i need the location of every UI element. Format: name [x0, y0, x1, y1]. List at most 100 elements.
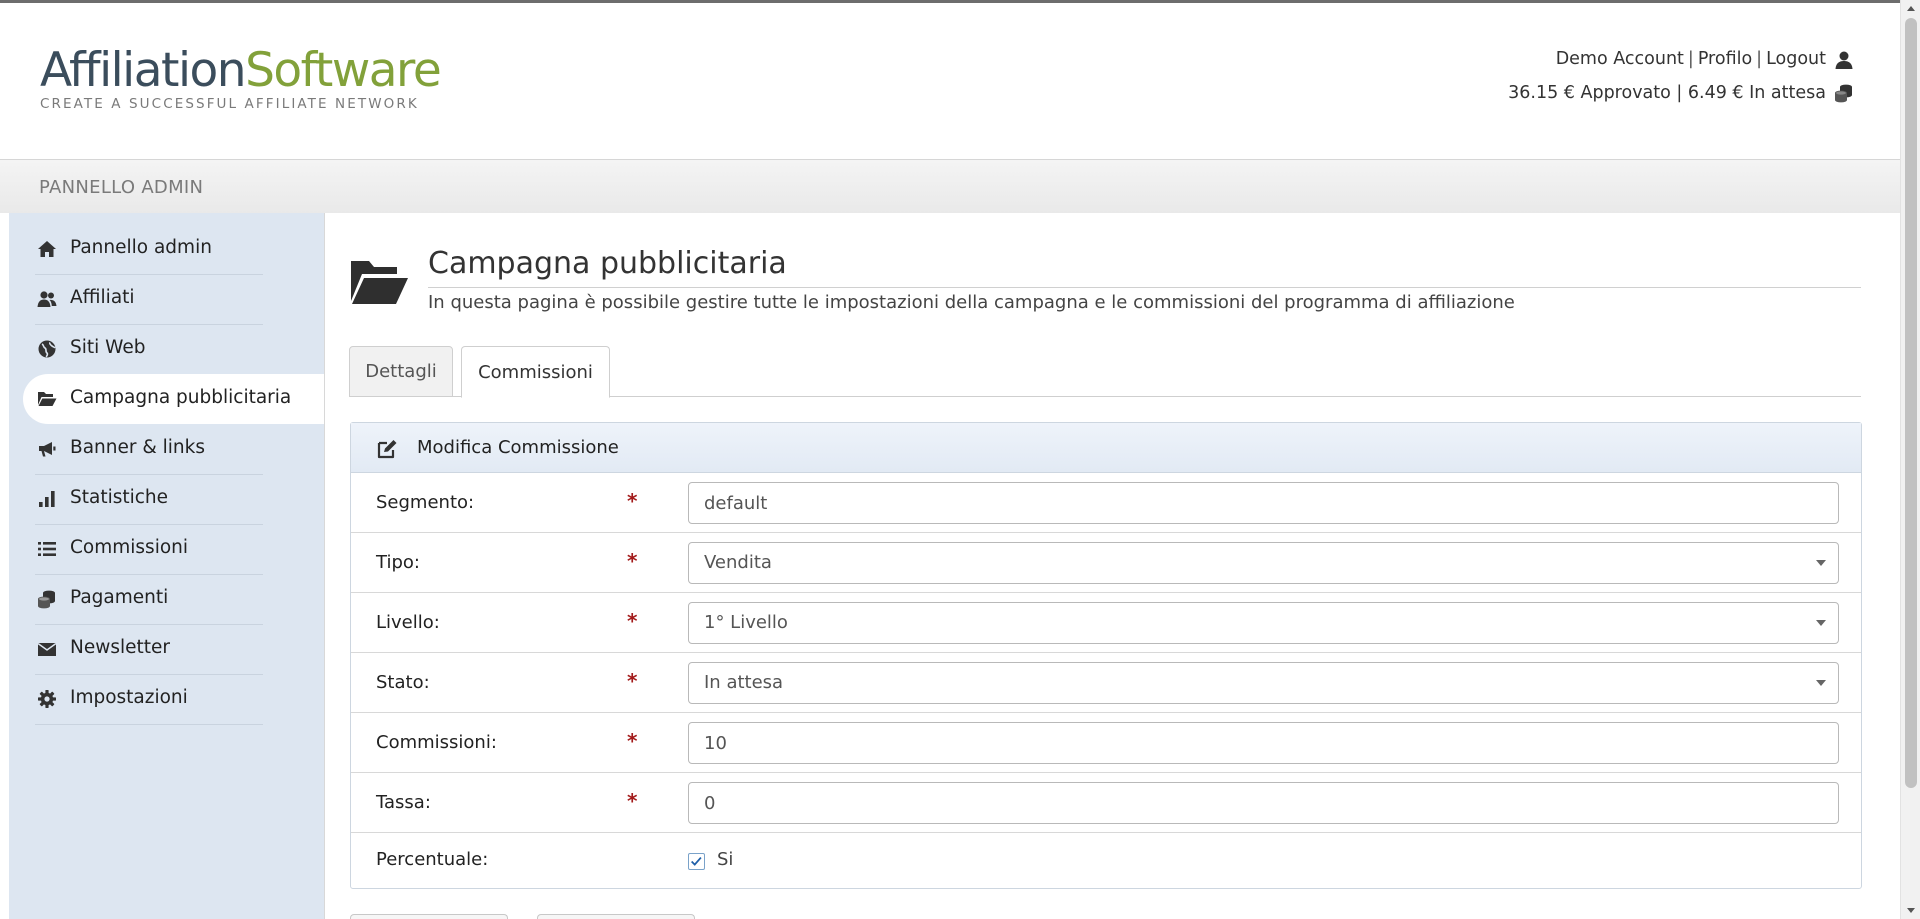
form-row-tassa: Tassa: *	[351, 773, 1861, 833]
folder-open-icon	[38, 392, 57, 406]
tassa-input[interactable]	[688, 782, 1839, 824]
title-divider	[428, 287, 1861, 288]
form-row-stato: Stato: * In attesa	[351, 653, 1861, 713]
page-title: Campagna pubblicitaria	[428, 246, 787, 281]
panel-title: Modifica Commissione	[417, 437, 619, 458]
required-marker: *	[627, 489, 638, 513]
globe-icon	[38, 340, 56, 358]
logo-tagline: CREATE A SUCCESSFUL AFFILIATE NETWORK	[40, 96, 419, 112]
percentuale-checkbox[interactable]	[688, 853, 705, 870]
account-name-link[interactable]: Demo Account	[1556, 49, 1684, 69]
sidebar-item-label: Affiliati	[70, 287, 135, 308]
percentuale-label: Percentuale:	[376, 849, 489, 870]
separator: |	[1756, 49, 1763, 69]
required-marker: *	[627, 669, 638, 693]
form-row-commissioni: Commissioni: *	[351, 713, 1861, 773]
tassa-label: Tassa:	[376, 792, 431, 813]
form-row-segmento: Segmento: *	[351, 473, 1861, 533]
form-button-partial[interactable]	[537, 914, 695, 919]
sidebar-item-label: Banner & links	[70, 437, 206, 458]
scroll-up-arrow-icon[interactable]	[1907, 6, 1915, 11]
sidebar-item-label: Siti Web	[70, 337, 146, 358]
form-row-tipo: Tipo: * Vendita	[351, 533, 1861, 593]
required-marker: *	[627, 609, 638, 633]
home-icon	[38, 241, 56, 257]
stato-selected-value: In attesa	[704, 672, 784, 693]
bar-chart-icon	[39, 491, 55, 507]
tipo-select[interactable]: Vendita	[688, 542, 1839, 584]
sidebar-divider	[35, 724, 263, 725]
bullhorn-icon	[39, 442, 56, 457]
brand-logo[interactable]: AffiliationSoftware CREATE A SUCCESSFUL …	[40, 47, 442, 112]
coins-icon	[1835, 84, 1852, 103]
main-content: Campagna pubblicitaria In questa pagina …	[324, 213, 1890, 919]
logo-text-software: Software	[245, 43, 442, 98]
admin-panel-title: PANNELLO ADMIN	[39, 177, 204, 198]
coins-icon	[38, 590, 55, 609]
account-links: Demo Account | Profilo | Logout	[1556, 49, 1826, 69]
checkmark-icon	[691, 856, 702, 866]
users-icon	[37, 291, 57, 307]
sidebar-item-affiliati[interactable]: Affiliati	[23, 274, 324, 324]
logo-text-affiliation: Affiliation	[40, 43, 247, 98]
page-description: In questa pagina è possibile gestire tut…	[428, 292, 1515, 313]
sidebar-item-label: Campagna pubblicitaria	[70, 387, 292, 408]
commissioni-input[interactable]	[688, 722, 1839, 764]
form-row-livello: Livello: * 1° Livello	[351, 593, 1861, 653]
approved-balance: 36.15 € Approvato	[1508, 83, 1671, 103]
sidebar-item-label: Commissioni	[70, 537, 189, 558]
scroll-down-arrow-icon[interactable]	[1907, 908, 1915, 913]
sidebar-item-label: Impostazioni	[70, 687, 188, 708]
logout-link[interactable]: Logout	[1766, 49, 1826, 69]
form-button-partial[interactable]	[350, 914, 508, 919]
sidebar-item-pagamenti[interactable]: Pagamenti	[23, 574, 324, 624]
sidebar-item-statistiche[interactable]: Statistiche	[23, 474, 324, 524]
required-marker: *	[627, 789, 638, 813]
tipo-label: Tipo:	[376, 552, 420, 573]
livello-select[interactable]: 1° Livello	[688, 602, 1839, 644]
sidebar-item-label: Pannello admin	[70, 237, 212, 258]
form-row-percentuale: Percentuale: Si	[351, 833, 1861, 889]
sidebar-item-pannello-admin[interactable]: Pannello admin	[23, 224, 324, 274]
edit-icon	[377, 440, 397, 459]
chevron-down-icon	[1816, 680, 1826, 686]
edit-commission-panel: Modifica Commissione Segmento: * Tipo: *…	[350, 422, 1862, 889]
sidebar-item-campagna-pubblicitaria[interactable]: Campagna pubblicitaria	[23, 374, 324, 424]
segmento-label: Segmento:	[376, 492, 475, 513]
sidebar-item-newsletter[interactable]: Newsletter	[23, 624, 324, 674]
sidebar-item-label: Newsletter	[70, 637, 171, 658]
admin-panel-bar: PANNELLO ADMIN	[0, 159, 1900, 213]
segmento-input[interactable]	[688, 482, 1839, 524]
page-scrollbar[interactable]	[1900, 0, 1920, 919]
tipo-selected-value: Vendita	[704, 552, 772, 573]
pending-balance: 6.49 € In attesa	[1687, 83, 1826, 103]
chevron-down-icon	[1816, 560, 1826, 566]
tab-dettagli[interactable]: Dettagli	[349, 346, 453, 397]
sidebar-item-commissioni[interactable]: Commissioni	[23, 524, 324, 574]
sidebar-item-label: Statistiche	[70, 487, 169, 508]
livello-label: Livello:	[376, 612, 440, 633]
sidebar-item-banner-links[interactable]: Banner & links	[23, 424, 324, 474]
commissioni-label: Commissioni:	[376, 732, 497, 753]
percentuale-checkbox-label: Si	[717, 849, 734, 870]
separator: |	[1687, 49, 1694, 69]
stato-select[interactable]: In attesa	[688, 662, 1839, 704]
required-marker: *	[627, 729, 638, 753]
site-header: AffiliationSoftware CREATE A SUCCESSFUL …	[0, 3, 1900, 159]
envelope-icon	[37, 642, 57, 656]
tab-commissioni[interactable]: Commissioni	[461, 346, 610, 398]
user-icon[interactable]	[1834, 50, 1854, 70]
profile-link[interactable]: Profilo	[1698, 49, 1752, 69]
sidebar-item-impostazioni[interactable]: Impostazioni	[23, 674, 324, 724]
stato-label: Stato:	[376, 672, 430, 693]
required-marker: *	[627, 549, 638, 573]
balance-summary: 36.15 € Approvato | 6.49 € In attesa	[1508, 83, 1826, 103]
panel-header: Modifica Commissione	[351, 423, 1861, 473]
livello-selected-value: 1° Livello	[704, 612, 788, 633]
scrollbar-thumb[interactable]	[1905, 18, 1917, 788]
separator: |	[1670, 83, 1688, 103]
sidebar-item-siti-web[interactable]: Siti Web	[23, 324, 324, 374]
gear-icon	[38, 690, 56, 708]
chevron-down-icon	[1816, 620, 1826, 626]
sidebar-item-label: Pagamenti	[70, 587, 169, 608]
